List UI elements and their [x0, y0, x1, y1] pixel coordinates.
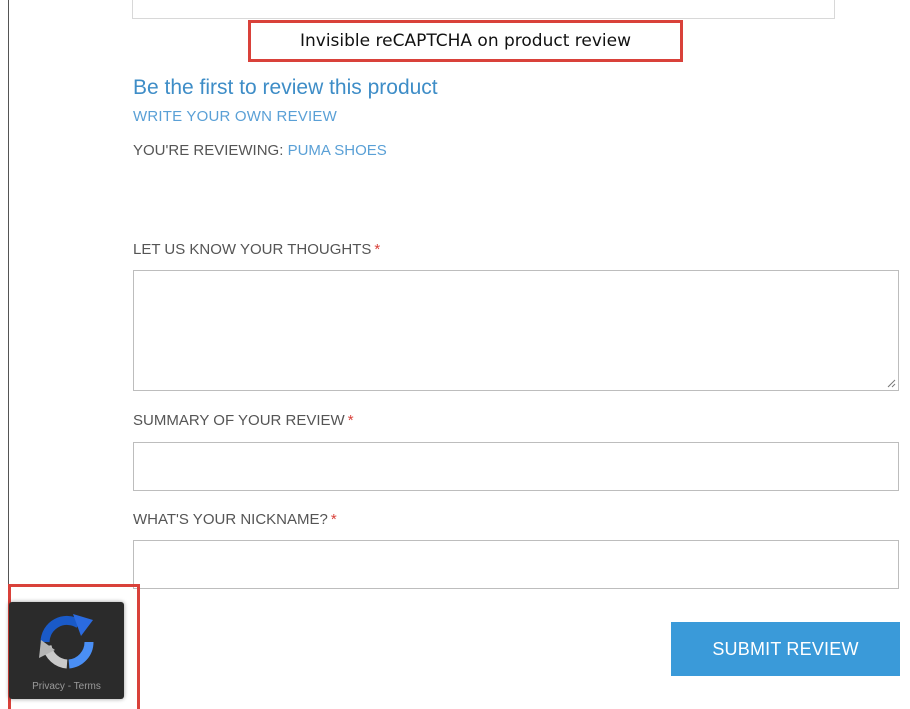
recaptcha-links: Privacy - Terms — [9, 681, 124, 692]
thoughts-label: LET US KNOW YOUR THOUGHTS * — [133, 241, 380, 258]
nickname-input[interactable] — [133, 540, 899, 589]
recaptcha-logo-icon — [39, 614, 94, 669]
recaptcha-badge[interactable]: Privacy - Terms — [9, 602, 124, 699]
required-asterisk: * — [374, 241, 381, 258]
privacy-link[interactable]: Privacy — [32, 681, 65, 692]
reviewing-line: YOU'RE REVIEWING: PUMA SHOES — [133, 142, 387, 159]
submit-review-button[interactable]: SUBMIT REVIEW — [671, 622, 900, 676]
required-asterisk: * — [330, 511, 337, 528]
nickname-label-text: WHAT'S YOUR NICKNAME? — [133, 511, 328, 528]
summary-label: SUMMARY OF YOUR REVIEW * — [133, 412, 354, 429]
resize-grip-icon[interactable] — [886, 378, 896, 388]
first-review-heading: Be the first to review this product — [133, 76, 438, 99]
summary-label-text: SUMMARY OF YOUR REVIEW — [133, 412, 345, 429]
terms-link[interactable]: Terms — [74, 681, 101, 692]
annotation-text: Invisible reCAPTCHA on product review — [299, 31, 632, 51]
previous-section-box — [132, 0, 835, 19]
summary-input[interactable] — [133, 442, 899, 491]
links-separator: - — [64, 681, 74, 692]
write-review-link[interactable]: WRITE YOUR OWN REVIEW — [133, 108, 337, 125]
nickname-label: WHAT'S YOUR NICKNAME? * — [133, 511, 337, 528]
thoughts-label-text: LET US KNOW YOUR THOUGHTS — [133, 241, 372, 258]
left-divider — [8, 0, 9, 600]
required-asterisk: * — [347, 412, 354, 429]
reviewing-label: YOU'RE REVIEWING: — [133, 142, 284, 159]
annotation-callout: Invisible reCAPTCHA on product review — [248, 20, 683, 62]
product-name-link[interactable]: PUMA SHOES — [288, 142, 387, 159]
thoughts-textarea[interactable] — [133, 270, 899, 391]
